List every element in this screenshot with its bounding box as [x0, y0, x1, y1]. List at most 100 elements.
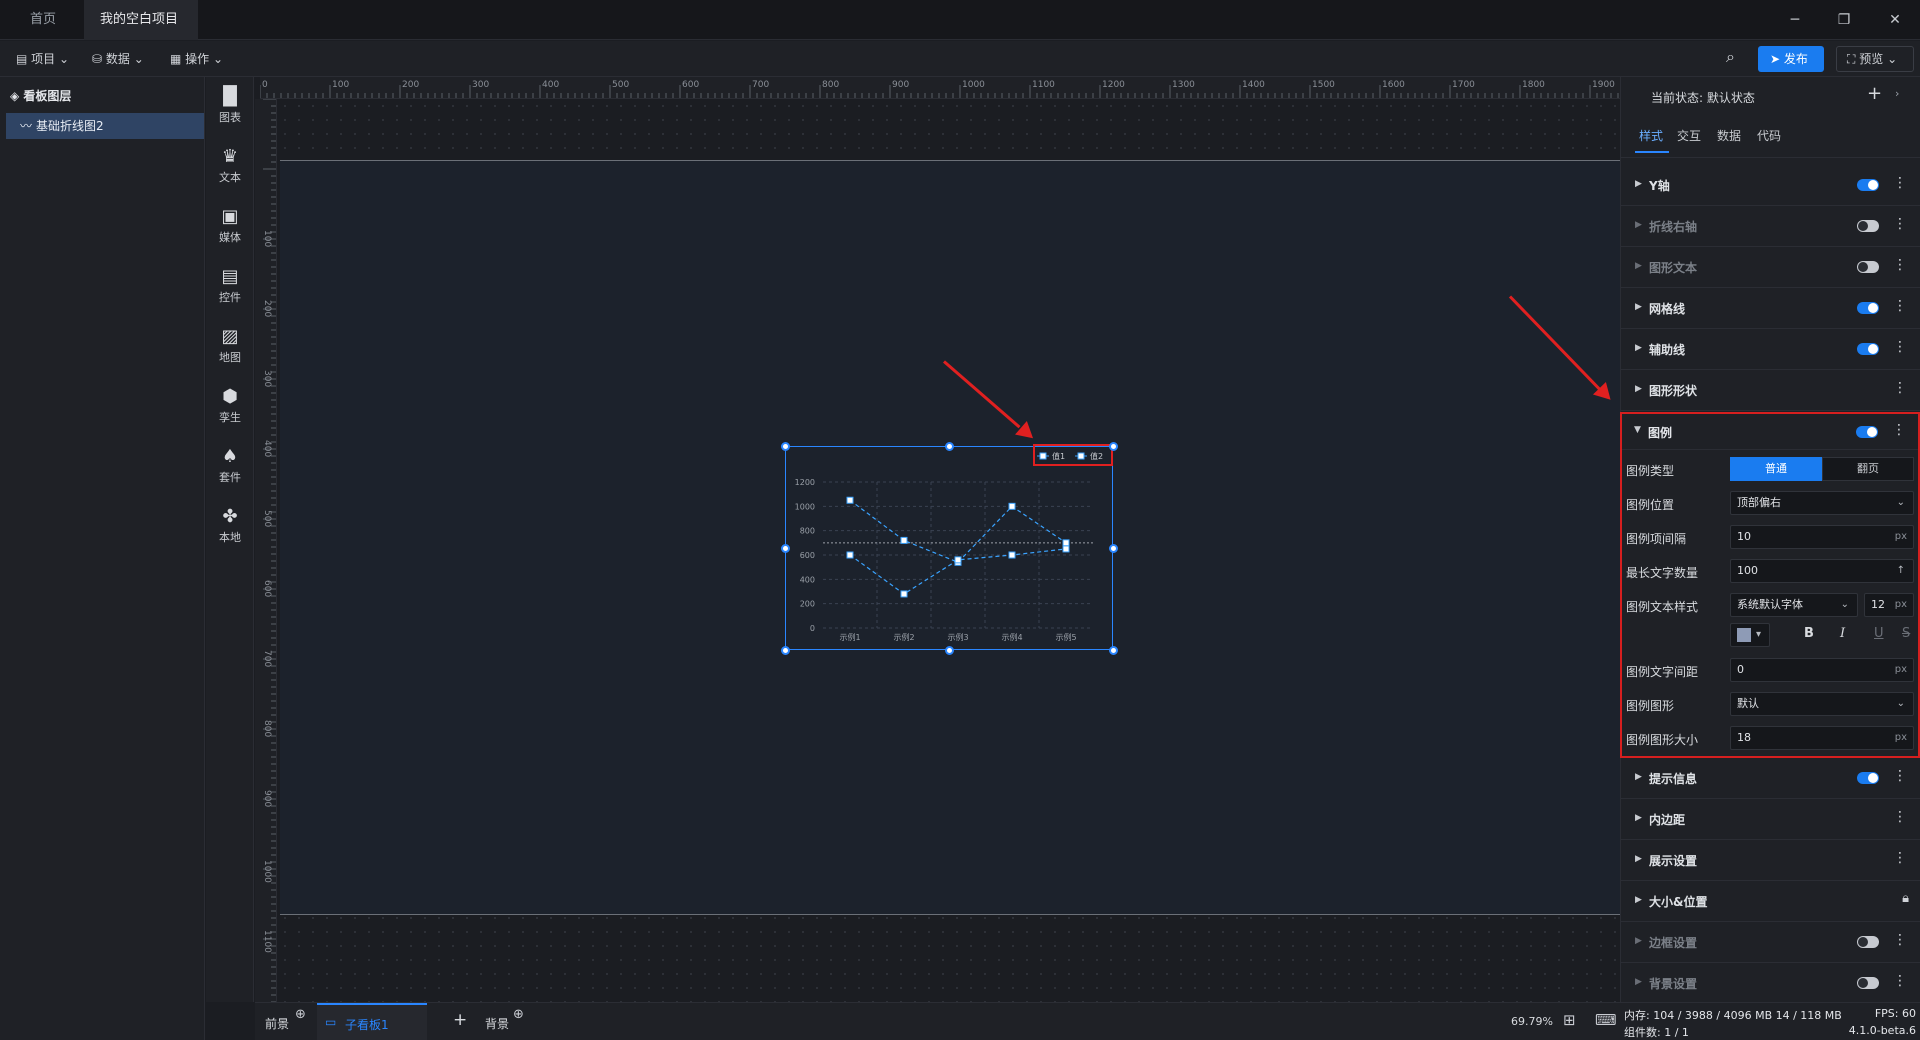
- section-5[interactable]: ▶ 图形形状 ⋮: [1621, 370, 1920, 411]
- section-0[interactable]: ▶ 提示信息 ⋮: [1621, 758, 1920, 799]
- more-icon[interactable]: ⋮: [1893, 257, 1907, 273]
- menu-data[interactable]: ⛁ 数据 ⌄: [84, 47, 152, 71]
- section-4[interactable]: ▶ 辅助线 ⋮: [1621, 329, 1920, 370]
- section-1[interactable]: ▶ 内边距 ⋮: [1621, 799, 1920, 840]
- section-0[interactable]: ▶ Y轴 ⋮: [1621, 165, 1920, 206]
- legend-position-select[interactable]: 顶部偏右 ⌄: [1730, 491, 1914, 515]
- tab-interact[interactable]: 交互: [1677, 127, 1701, 144]
- search-icon[interactable]: ⌕: [1718, 45, 1743, 69]
- more-icon[interactable]: ⋮: [1893, 380, 1907, 396]
- legend-shape-select[interactable]: 默认 ⌄: [1730, 692, 1914, 716]
- tool-twin[interactable]: ⬢ 孪生: [206, 387, 254, 425]
- section-4[interactable]: ▶ 边框设置 ⋮: [1621, 922, 1920, 963]
- tab-data[interactable]: 数据: [1717, 127, 1741, 144]
- resize-handle[interactable]: [945, 646, 954, 655]
- menu-project[interactable]: ▤ 项目 ⌄: [8, 47, 77, 71]
- more-icon[interactable]: ⋮: [1893, 850, 1907, 866]
- add-circle-icon[interactable]: ⊕: [513, 1007, 524, 1022]
- more-icon[interactable]: ⋮: [1893, 175, 1907, 191]
- section-toggle[interactable]: [1857, 936, 1879, 948]
- legend-shapesize-input[interactable]: 18 px: [1730, 726, 1914, 750]
- menu-ops[interactable]: ▦ 操作 ⌄: [162, 47, 231, 71]
- legend-spacing-input[interactable]: 0 px: [1730, 658, 1914, 682]
- tool-map[interactable]: ▨ 地图: [206, 327, 254, 365]
- selection-box[interactable]: [785, 446, 1113, 650]
- tool-control[interactable]: ▤ 控件: [206, 267, 254, 305]
- legend-type-normal[interactable]: 普通: [1730, 457, 1822, 481]
- section-2[interactable]: ▶ 展示设置 ⋮: [1621, 840, 1920, 881]
- board-tab[interactable]: ▭ 子看板1: [317, 1003, 427, 1040]
- legend-type-paging[interactable]: 翻页: [1822, 457, 1914, 481]
- resize-handle[interactable]: [1109, 544, 1118, 553]
- tool-kit[interactable]: ♠ 套件: [206, 447, 254, 485]
- section-toggle[interactable]: [1857, 302, 1879, 314]
- section-1[interactable]: ▶ 折线右轴 ⋮: [1621, 206, 1920, 247]
- underline-icon[interactable]: U: [1874, 626, 1884, 641]
- tool-chart[interactable]: ▐▌ 图表: [206, 87, 254, 125]
- add-board-icon[interactable]: +: [453, 1010, 467, 1030]
- more-icon[interactable]: ⋮: [1893, 932, 1907, 948]
- resize-handle[interactable]: [945, 442, 954, 451]
- background-layer-tab[interactable]: 背景: [485, 1015, 509, 1032]
- lock-icon[interactable]: 🔒︎: [1902, 891, 1909, 906]
- publish-button[interactable]: ➤ 发布: [1758, 46, 1824, 72]
- section-toggle[interactable]: [1857, 261, 1879, 273]
- chevron-right-icon[interactable]: ›: [1895, 87, 1899, 100]
- add-state-icon[interactable]: +: [1867, 83, 1882, 104]
- tab-style[interactable]: 样式: [1639, 127, 1663, 144]
- more-icon[interactable]: ⋮: [1892, 422, 1906, 438]
- more-icon[interactable]: ⋮: [1893, 768, 1907, 784]
- tool-media[interactable]: ▣ 媒体: [206, 207, 254, 245]
- close-icon[interactable]: ✕: [1880, 8, 1910, 32]
- ruler-left[interactable]: 100 200 300 400 500 600 700 800 900 1000 1100: [255, 99, 277, 1002]
- tab-home[interactable]: 首页: [14, 0, 72, 40]
- restore-icon[interactable]: ❐: [1829, 8, 1859, 32]
- ruler-top[interactable]: 0 100 200 300 400 500 600 700 800 900 1000 1100 1200…: [260, 77, 1620, 99]
- legend-toggle[interactable]: [1856, 426, 1878, 438]
- document-icon: ▤: [16, 52, 28, 66]
- section-toggle[interactable]: [1857, 772, 1879, 784]
- italic-icon[interactable]: I: [1840, 626, 1845, 641]
- more-icon[interactable]: ⋮: [1893, 809, 1907, 825]
- bold-icon[interactable]: B: [1804, 626, 1814, 641]
- arrow-up-icon[interactable]: ↑: [1897, 560, 1905, 582]
- resize-handle[interactable]: [781, 544, 790, 553]
- keyboard-icon[interactable]: ⌨: [1595, 1011, 1617, 1029]
- resize-handle[interactable]: [1109, 646, 1118, 655]
- more-icon[interactable]: ⋮: [1893, 298, 1907, 314]
- section-5[interactable]: ▶ 背景设置 ⋮: [1621, 963, 1920, 1004]
- section-toggle[interactable]: [1857, 343, 1879, 355]
- section-2[interactable]: ▶ 图形文本 ⋮: [1621, 247, 1920, 288]
- resize-handle[interactable]: [781, 646, 790, 655]
- front-layer-tab[interactable]: 前景: [265, 1015, 289, 1032]
- tool-local[interactable]: ✤ 本地: [206, 507, 254, 545]
- more-icon[interactable]: ⋮: [1893, 973, 1907, 989]
- more-icon[interactable]: ⋮: [1893, 339, 1907, 355]
- add-circle-icon[interactable]: ⊕: [295, 1007, 306, 1022]
- ruler-label: 500: [262, 510, 272, 527]
- section-toggle[interactable]: [1857, 977, 1879, 989]
- section-toggle[interactable]: [1857, 220, 1879, 232]
- legend-gap-input[interactable]: 10 px: [1730, 525, 1914, 549]
- legend-maxtext-input[interactable]: 100 ↑: [1730, 559, 1914, 583]
- legend-fontsize-input[interactable]: 12 px: [1864, 593, 1914, 617]
- legend-section-header[interactable]: ▼ 图例 ⋮: [1622, 414, 1918, 450]
- resize-handle[interactable]: [1109, 442, 1118, 451]
- section-3[interactable]: ▶ 网格线 ⋮: [1621, 288, 1920, 329]
- fit-screen-icon[interactable]: ⊞: [1563, 1011, 1576, 1029]
- tab-code[interactable]: 代码: [1757, 127, 1781, 144]
- text-color-picker[interactable]: ▾: [1730, 623, 1770, 647]
- preview-button[interactable]: ⛶ 预览 ⌄: [1836, 46, 1914, 72]
- tab-project[interactable]: 我的空白项目: [84, 0, 198, 64]
- section-3[interactable]: ▶ 大小&位置 🔒︎: [1621, 881, 1920, 922]
- layer-item[interactable]: 〰基础折线图2: [6, 113, 204, 139]
- resize-handle[interactable]: [781, 442, 790, 451]
- zoom-level[interactable]: 69.79%: [1511, 1015, 1553, 1028]
- tool-text[interactable]: ♛ 文本: [206, 147, 254, 185]
- more-icon[interactable]: ⋮: [1893, 216, 1907, 232]
- strikethrough-icon[interactable]: S: [1902, 626, 1910, 641]
- minimize-icon[interactable]: ─: [1780, 8, 1810, 32]
- legend-font-select[interactable]: 系统默认字体 ⌄: [1730, 593, 1858, 617]
- section-toggle[interactable]: [1857, 179, 1879, 191]
- legend-shapesize-row: 图例图形大小 18 px: [1626, 725, 1916, 751]
